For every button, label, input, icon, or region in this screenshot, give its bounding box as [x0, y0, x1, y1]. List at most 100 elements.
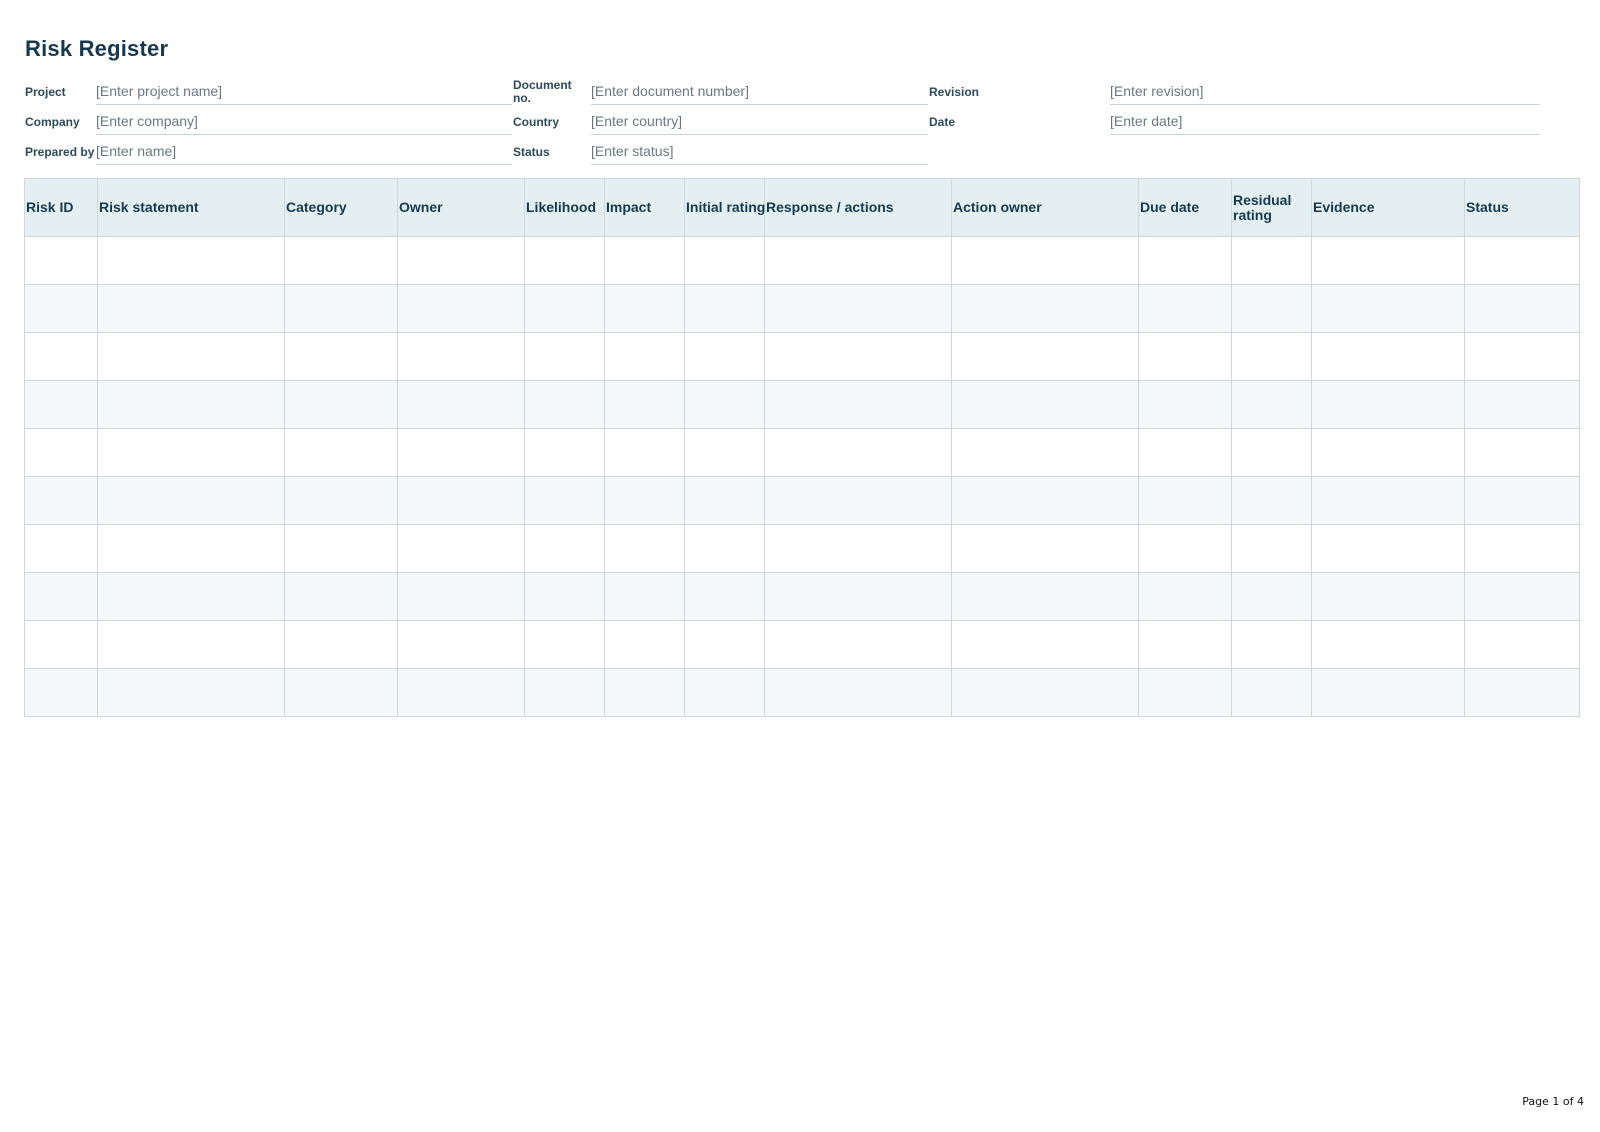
table-cell[interactable] — [764, 524, 952, 573]
table-cell[interactable] — [604, 476, 685, 525]
table-cell[interactable] — [397, 380, 525, 429]
table-cell[interactable] — [1231, 236, 1312, 285]
document-no-field[interactable]: [Enter document number] — [591, 76, 928, 105]
table-cell[interactable] — [1311, 284, 1465, 333]
table-cell[interactable] — [397, 476, 525, 525]
table-cell[interactable] — [764, 236, 952, 285]
table-cell[interactable] — [524, 476, 605, 525]
prepared-by-field[interactable]: [Enter name] — [96, 136, 512, 165]
table-cell[interactable] — [951, 236, 1139, 285]
table-cell[interactable] — [284, 284, 398, 333]
table-cell[interactable] — [24, 572, 98, 621]
table-cell[interactable] — [951, 428, 1139, 477]
table-cell[interactable] — [684, 380, 765, 429]
table-cell[interactable] — [24, 236, 98, 285]
table-cell[interactable] — [524, 668, 605, 717]
table-cell[interactable] — [524, 572, 605, 621]
table-cell[interactable] — [397, 668, 525, 717]
table-cell[interactable] — [1311, 620, 1465, 669]
status-field[interactable]: [Enter status] — [591, 136, 928, 165]
table-cell[interactable] — [951, 476, 1139, 525]
table-cell[interactable] — [1138, 428, 1232, 477]
table-cell[interactable] — [1138, 236, 1232, 285]
table-cell[interactable] — [397, 236, 525, 285]
table-cell[interactable] — [1231, 380, 1312, 429]
table-cell[interactable] — [97, 428, 285, 477]
table-cell[interactable] — [1464, 380, 1580, 429]
table-cell[interactable] — [684, 284, 765, 333]
table-cell[interactable] — [1138, 332, 1232, 381]
table-cell[interactable] — [684, 476, 765, 525]
table-cell[interactable] — [951, 284, 1139, 333]
table-cell[interactable] — [1231, 428, 1312, 477]
table-cell[interactable] — [1138, 380, 1232, 429]
table-cell[interactable] — [284, 380, 398, 429]
table-cell[interactable] — [1231, 668, 1312, 717]
table-cell[interactable] — [951, 572, 1139, 621]
table-cell[interactable] — [1464, 476, 1580, 525]
table-cell[interactable] — [1311, 572, 1465, 621]
table-cell[interactable] — [1464, 428, 1580, 477]
table-cell[interactable] — [684, 428, 765, 477]
table-cell[interactable] — [1231, 524, 1312, 573]
table-cell[interactable] — [284, 620, 398, 669]
table-cell[interactable] — [1231, 620, 1312, 669]
table-cell[interactable] — [284, 332, 398, 381]
table-cell[interactable] — [604, 428, 685, 477]
revision-field[interactable]: [Enter revision] — [1110, 76, 1540, 105]
table-cell[interactable] — [764, 332, 952, 381]
table-cell[interactable] — [24, 620, 98, 669]
table-cell[interactable] — [24, 380, 98, 429]
table-cell[interactable] — [24, 428, 98, 477]
date-field[interactable]: [Enter date] — [1110, 106, 1540, 135]
table-cell[interactable] — [764, 284, 952, 333]
table-cell[interactable] — [524, 284, 605, 333]
table-cell[interactable] — [951, 524, 1139, 573]
project-field[interactable]: [Enter project name] — [96, 76, 512, 105]
table-cell[interactable] — [1311, 524, 1465, 573]
table-cell[interactable] — [284, 476, 398, 525]
table-cell[interactable] — [97, 284, 285, 333]
table-cell[interactable] — [97, 620, 285, 669]
table-cell[interactable] — [1464, 620, 1580, 669]
company-field[interactable]: [Enter company] — [96, 106, 512, 135]
table-cell[interactable] — [1464, 236, 1580, 285]
table-cell[interactable] — [1231, 476, 1312, 525]
country-field[interactable]: [Enter country] — [591, 106, 928, 135]
table-cell[interactable] — [684, 572, 765, 621]
table-cell[interactable] — [24, 668, 98, 717]
table-cell[interactable] — [1138, 620, 1232, 669]
table-cell[interactable] — [764, 380, 952, 429]
table-cell[interactable] — [604, 572, 685, 621]
table-cell[interactable] — [1311, 380, 1465, 429]
table-cell[interactable] — [24, 524, 98, 573]
table-cell[interactable] — [284, 524, 398, 573]
table-cell[interactable] — [97, 236, 285, 285]
table-cell[interactable] — [24, 284, 98, 333]
table-cell[interactable] — [1464, 572, 1580, 621]
table-cell[interactable] — [97, 476, 285, 525]
table-cell[interactable] — [97, 524, 285, 573]
table-cell[interactable] — [1231, 572, 1312, 621]
table-cell[interactable] — [1231, 332, 1312, 381]
table-cell[interactable] — [604, 284, 685, 333]
table-cell[interactable] — [1464, 332, 1580, 381]
table-cell[interactable] — [1311, 332, 1465, 381]
table-cell[interactable] — [1138, 668, 1232, 717]
table-cell[interactable] — [604, 668, 685, 717]
table-cell[interactable] — [764, 572, 952, 621]
table-cell[interactable] — [1138, 524, 1232, 573]
table-cell[interactable] — [1311, 236, 1465, 285]
table-cell[interactable] — [524, 428, 605, 477]
table-cell[interactable] — [524, 380, 605, 429]
table-cell[interactable] — [684, 236, 765, 285]
table-cell[interactable] — [1138, 476, 1232, 525]
table-cell[interactable] — [97, 332, 285, 381]
table-cell[interactable] — [1464, 284, 1580, 333]
table-cell[interactable] — [764, 428, 952, 477]
table-cell[interactable] — [24, 476, 98, 525]
table-cell[interactable] — [951, 668, 1139, 717]
table-cell[interactable] — [951, 620, 1139, 669]
table-cell[interactable] — [397, 572, 525, 621]
table-cell[interactable] — [1311, 428, 1465, 477]
